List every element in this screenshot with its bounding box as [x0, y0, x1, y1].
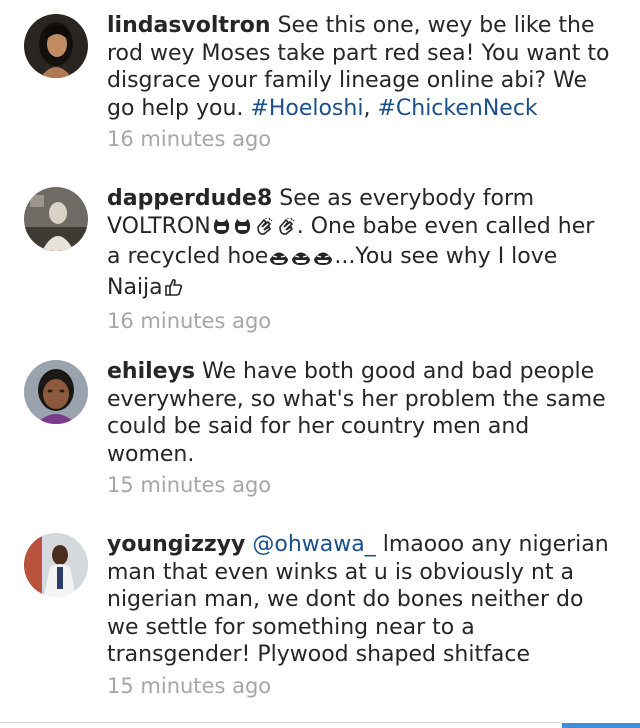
laughing-face-icon — [291, 246, 311, 274]
comment-body: lindasvoltron See this one, wey be like … — [107, 12, 612, 153]
hashtag-link[interactable]: #ChickenNeck — [377, 96, 537, 121]
comment-timestamp: 16 minutes ago — [107, 309, 272, 333]
bottom-bar — [0, 716, 640, 728]
divider — [0, 722, 560, 723]
avatar[interactable] — [24, 187, 88, 251]
mention-link[interactable]: @ohwawa_ — [252, 532, 375, 557]
scroll-indicator[interactable] — [562, 723, 640, 728]
comment-body: youngizzyy @ohwawa_ lmaooo any nigerian … — [107, 531, 612, 700]
comment-username[interactable]: youngizzyy — [107, 532, 245, 557]
comment-body: ehileys We have both good and bad people… — [107, 358, 612, 499]
avatar[interactable] — [24, 14, 88, 78]
laughing-face-icon — [313, 246, 333, 274]
comment-text: youngizzyy @ohwawa_ lmaooo any nigerian … — [107, 531, 612, 669]
comment-text: lindasvoltron See this one, wey be like … — [107, 12, 612, 122]
clapping-hands-icon — [254, 216, 274, 244]
comment-username[interactable]: lindasvoltron — [107, 13, 271, 38]
comment-text: ehileys We have both good and bad people… — [107, 358, 612, 468]
thumbs-up-icon — [164, 277, 184, 305]
laughing-cat-icon — [212, 216, 231, 244]
avatar[interactable] — [24, 533, 88, 597]
comment-body: dapperdude8 See as everybody form VOLTRO… — [107, 185, 612, 335]
clapping-hands-icon — [276, 216, 296, 244]
hashtag-separator: , — [363, 95, 371, 121]
laughing-face-icon — [269, 246, 289, 274]
comment-timestamp: 15 minutes ago — [107, 673, 272, 698]
comment-username[interactable]: ehileys — [107, 359, 195, 384]
avatar[interactable] — [24, 360, 88, 424]
hashtag-link[interactable]: #Hoeloshi — [250, 96, 363, 121]
laughing-cat-icon — [233, 216, 252, 244]
comment-username[interactable]: dapperdude8 — [107, 186, 272, 211]
comment-timestamp: 16 minutes ago — [107, 127, 272, 151]
comment-timestamp: 15 minutes ago — [107, 473, 272, 497]
comment-text: dapperdude8 See as everybody form VOLTRO… — [107, 185, 612, 304]
